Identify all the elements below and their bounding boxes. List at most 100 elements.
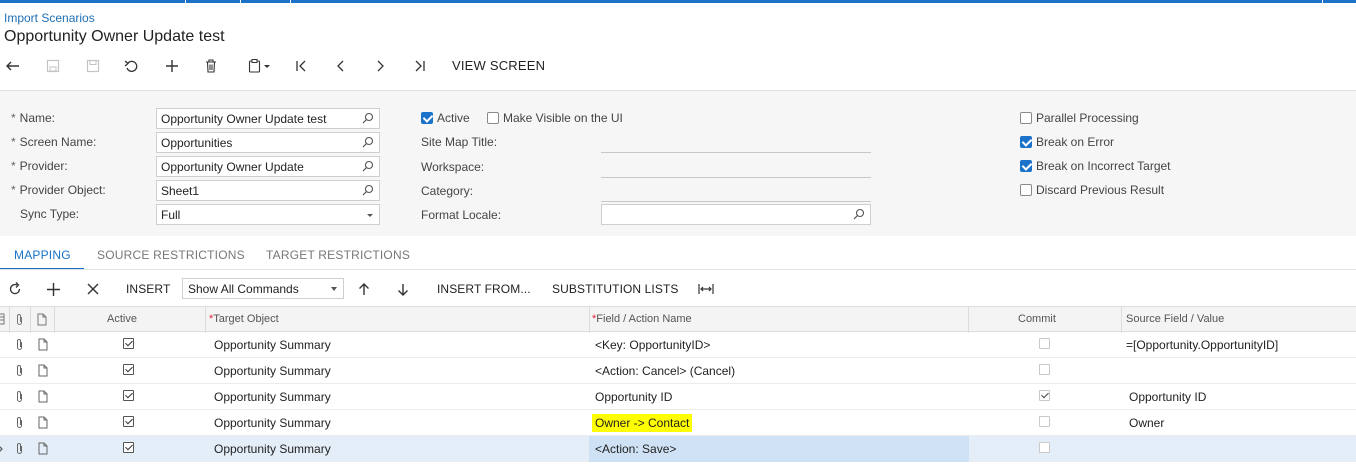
active-checkbox[interactable] bbox=[123, 442, 134, 453]
command-filter-select[interactable]: Show All Commands bbox=[182, 278, 344, 299]
active-checkbox[interactable] bbox=[123, 338, 134, 349]
tab-source-restrictions[interactable]: SOURCE RESTRICTIONS bbox=[97, 248, 245, 262]
category-field[interactable] bbox=[601, 201, 871, 202]
commit-checkbox[interactable] bbox=[1039, 442, 1050, 453]
active-column-header[interactable]: Active bbox=[107, 313, 137, 325]
last-record-button[interactable] bbox=[411, 56, 429, 76]
target-object-cell[interactable]: Opportunity Summary bbox=[214, 442, 331, 456]
target-object-cell[interactable]: Opportunity Summary bbox=[214, 416, 331, 430]
search-icon bbox=[362, 184, 374, 196]
commit-checkbox[interactable] bbox=[1039, 364, 1050, 375]
search-icon bbox=[362, 136, 374, 148]
active-checkbox[interactable] bbox=[123, 364, 134, 375]
attachment-icon bbox=[17, 314, 22, 325]
save-icon bbox=[86, 59, 100, 73]
cancel-button[interactable] bbox=[122, 56, 140, 76]
chevron-down-icon bbox=[331, 287, 337, 291]
field-action-column-header[interactable]: *Field / Action Name bbox=[592, 313, 692, 325]
sync-type-select[interactable]: Full bbox=[156, 204, 380, 225]
view-screen-button[interactable]: VIEW SCREEN bbox=[452, 58, 545, 73]
commit-column-header[interactable]: Commit bbox=[1018, 313, 1056, 325]
target-object-cell[interactable]: Opportunity Summary bbox=[214, 390, 331, 404]
first-record-button[interactable] bbox=[292, 56, 310, 76]
add-button[interactable] bbox=[163, 56, 181, 76]
target-object-column-header[interactable]: *Target Object bbox=[209, 313, 279, 325]
refresh-button[interactable] bbox=[8, 280, 22, 298]
field-action-text: <Action: Save> bbox=[595, 442, 677, 456]
insert-from-button[interactable]: INSERT FROM... bbox=[437, 282, 531, 296]
break-on-error-checkbox[interactable]: Break on Error bbox=[1020, 135, 1114, 149]
move-down-button[interactable] bbox=[397, 280, 409, 298]
previous-record-button[interactable] bbox=[332, 56, 350, 76]
active-checkbox[interactable] bbox=[123, 416, 134, 427]
category-label: Category: bbox=[421, 184, 474, 198]
attachment-icon[interactable] bbox=[15, 390, 24, 403]
last-icon bbox=[415, 60, 425, 72]
active-checkbox[interactable]: Active bbox=[421, 111, 470, 125]
provider-object-field[interactable]: Sheet1 bbox=[156, 180, 380, 201]
make-visible-checkbox[interactable]: Make Visible on the UI bbox=[487, 111, 623, 125]
breadcrumb[interactable]: Import Scenarios bbox=[4, 11, 95, 25]
fit-columns-button[interactable] bbox=[698, 280, 714, 298]
note-icon bbox=[37, 313, 47, 326]
substitution-lists-button[interactable]: SUBSTITUTION LISTS bbox=[552, 282, 678, 296]
site-map-title-field[interactable] bbox=[601, 152, 871, 153]
field-action-cell[interactable]: Opportunity ID bbox=[595, 390, 672, 404]
break-on-incorrect-target-checkbox[interactable]: Break on Incorrect Target bbox=[1020, 159, 1171, 173]
move-up-button[interactable] bbox=[358, 280, 370, 298]
page-title: Opportunity Owner Update test bbox=[4, 28, 225, 45]
name-field[interactable]: Opportunity Owner Update test bbox=[156, 108, 380, 129]
attachment-icon[interactable] bbox=[15, 442, 24, 455]
screen-name-label: * Screen Name: bbox=[11, 135, 97, 149]
commit-checkbox[interactable] bbox=[1039, 416, 1050, 427]
parallel-processing-checkbox[interactable]: Parallel Processing bbox=[1020, 111, 1139, 125]
add-row-button[interactable] bbox=[47, 280, 60, 298]
tab-target-restrictions[interactable]: TARGET RESTRICTIONS bbox=[266, 248, 410, 262]
table-row[interactable]: Opportunity Summary <Key: OpportunityID> =… bbox=[0, 332, 1356, 358]
table-row[interactable]: Opportunity Summary <Action: Save> bbox=[0, 436, 1356, 462]
note-icon[interactable] bbox=[38, 390, 48, 403]
commit-checkbox[interactable] bbox=[1039, 390, 1050, 401]
table-row[interactable]: Opportunity Summary Owner -> Contact Owner bbox=[0, 410, 1356, 436]
field-action-text: Opportunity ID bbox=[595, 390, 673, 404]
clipboard-button[interactable] bbox=[242, 56, 276, 76]
target-object-cell[interactable]: Opportunity Summary bbox=[214, 338, 331, 352]
field-action-cell[interactable]: Owner -> Contact bbox=[592, 414, 693, 432]
provider-label: * Provider: bbox=[11, 159, 68, 173]
checkbox-unchecked-icon bbox=[1020, 112, 1032, 124]
delete-row-button[interactable] bbox=[87, 280, 99, 298]
field-action-cell[interactable]: <Key: OpportunityID> bbox=[595, 338, 710, 352]
attachment-icon[interactable] bbox=[15, 416, 24, 429]
discard-previous-result-checkbox[interactable]: Discard Previous Result bbox=[1020, 183, 1164, 197]
field-action-cell[interactable]: <Action: Save> bbox=[595, 442, 676, 456]
workspace-field[interactable] bbox=[601, 177, 871, 178]
attachment-icon[interactable] bbox=[15, 364, 24, 377]
save-button[interactable] bbox=[84, 56, 102, 76]
back-button[interactable] bbox=[4, 56, 22, 76]
field-action-cell[interactable]: <Action: Cancel> (Cancel) bbox=[595, 364, 735, 378]
note-icon[interactable] bbox=[38, 442, 48, 455]
target-object-cell[interactable]: Opportunity Summary bbox=[214, 364, 331, 378]
active-checkbox[interactable] bbox=[123, 390, 134, 401]
save-and-close-button[interactable] bbox=[44, 56, 62, 76]
screen-name-field[interactable]: Opportunities bbox=[156, 132, 380, 153]
tab-mapping[interactable]: MAPPING bbox=[14, 248, 71, 262]
delete-button[interactable] bbox=[202, 56, 220, 76]
note-icon[interactable] bbox=[38, 416, 48, 429]
insert-button[interactable]: INSERT bbox=[126, 282, 170, 296]
attachment-icon[interactable] bbox=[15, 338, 24, 351]
field-action-text: <Key: OpportunityID> bbox=[595, 338, 711, 352]
format-locale-field[interactable] bbox=[601, 204, 871, 225]
commit-checkbox[interactable] bbox=[1039, 338, 1050, 349]
table-row[interactable]: Opportunity Summary Opportunity ID Opportu… bbox=[0, 384, 1356, 410]
source-field-cell[interactable]: Owner bbox=[1129, 416, 1164, 430]
provider-field[interactable]: Opportunity Owner Update bbox=[156, 156, 380, 177]
note-icon[interactable] bbox=[38, 364, 48, 377]
note-icon[interactable] bbox=[38, 338, 48, 351]
grid-header: Active *Target Object *Field / Action Na… bbox=[0, 306, 1356, 333]
source-field-column-header[interactable]: Source Field / Value bbox=[1126, 313, 1224, 325]
next-record-button[interactable] bbox=[371, 56, 389, 76]
source-field-cell[interactable]: Opportunity ID bbox=[1129, 390, 1206, 404]
table-row[interactable]: Opportunity Summary <Action: Cancel> (Can… bbox=[0, 358, 1356, 384]
source-field-cell[interactable]: =[Opportunity.OpportunityID] bbox=[1126, 338, 1278, 352]
